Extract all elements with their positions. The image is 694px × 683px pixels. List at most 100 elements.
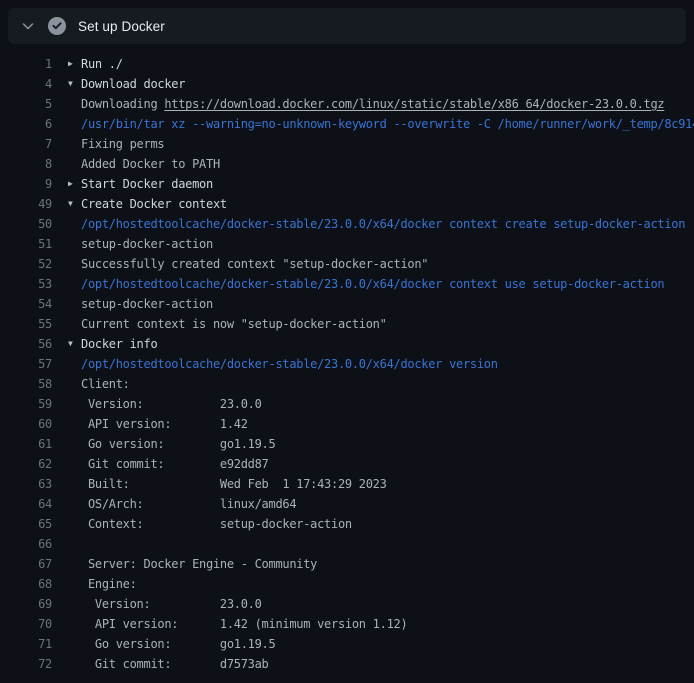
line-number[interactable]: 6 <box>0 114 52 134</box>
line-number[interactable]: 7 <box>0 134 52 154</box>
line-number[interactable]: 63 <box>0 474 52 494</box>
log-text[interactable]: Run ./ <box>81 54 694 74</box>
log-text: OS/Arch: linux/amd64 <box>81 494 694 514</box>
line-number[interactable]: 4 <box>0 74 52 94</box>
expander-triangle-icon <box>68 634 81 654</box>
log-text: Built: Wed Feb 1 17:43:29 2023 <box>81 474 694 494</box>
expander-triangle-icon[interactable]: ▼ <box>68 74 81 94</box>
line-number[interactable]: 56 <box>0 334 52 354</box>
expander-triangle-icon <box>68 114 81 134</box>
expander-triangle-icon <box>68 494 81 514</box>
line-number[interactable]: 66 <box>0 534 52 554</box>
log-line: 49 ▼ Create Docker context <box>0 194 694 214</box>
expander-triangle-icon[interactable]: ▶ <box>68 174 81 194</box>
log-container: 1 ▶ Run ./ 4 ▼ Download docker 5 Downloa… <box>0 44 694 674</box>
line-number[interactable]: 53 <box>0 274 52 294</box>
expander-triangle-icon <box>68 614 81 634</box>
expander-triangle-icon <box>68 314 81 334</box>
log-line: 53 /opt/hostedtoolcache/docker-stable/23… <box>0 274 694 294</box>
line-number[interactable]: 67 <box>0 554 52 574</box>
line-number[interactable]: 72 <box>0 654 52 674</box>
log-line: 59 Version: 23.0.0 <box>0 394 694 414</box>
expander-triangle-icon <box>68 514 81 534</box>
step-header[interactable]: Set up Docker <box>8 8 686 44</box>
expander-triangle-icon <box>68 154 81 174</box>
log-line: 65 Context: setup-docker-action <box>0 514 694 534</box>
log-text: Successfully created context "setup-dock… <box>81 254 694 274</box>
log-text[interactable]: Start Docker daemon <box>81 174 694 194</box>
line-number[interactable]: 58 <box>0 374 52 394</box>
expander-triangle-icon <box>68 554 81 574</box>
log-text: API version: 1.42 (minimum version 1.12) <box>81 614 694 634</box>
log-line: 57 /opt/hostedtoolcache/docker-stable/23… <box>0 354 694 374</box>
line-number[interactable]: 49 <box>0 194 52 214</box>
line-number[interactable]: 57 <box>0 354 52 374</box>
line-number[interactable]: 60 <box>0 414 52 434</box>
log-text: setup-docker-action <box>81 294 694 314</box>
log-line: 72 Git commit: d7573ab <box>0 654 694 674</box>
line-number[interactable]: 64 <box>0 494 52 514</box>
log-text <box>81 534 694 554</box>
log-text[interactable]: Download docker <box>81 74 694 94</box>
expander-triangle-icon <box>68 474 81 494</box>
line-number[interactable]: 69 <box>0 594 52 614</box>
log-text: Version: 23.0.0 <box>81 594 694 614</box>
log-line: 50 /opt/hostedtoolcache/docker-stable/23… <box>0 214 694 234</box>
log-line: 69 Version: 23.0.0 <box>0 594 694 614</box>
line-number[interactable]: 51 <box>0 234 52 254</box>
log-text: setup-docker-action <box>81 234 694 254</box>
expander-triangle-icon <box>68 214 81 234</box>
expander-triangle-icon <box>68 374 81 394</box>
log-text[interactable]: Create Docker context <box>81 194 694 214</box>
log-text: Git commit: d7573ab <box>81 654 694 674</box>
log-text: Version: 23.0.0 <box>81 394 694 414</box>
line-number[interactable]: 54 <box>0 294 52 314</box>
log-text: /usr/bin/tar xz --warning=no-unknown-key… <box>81 114 694 134</box>
log-line: 56 ▼ Docker info <box>0 334 694 354</box>
log-text: Client: <box>81 374 694 394</box>
log-text: API version: 1.42 <box>81 414 694 434</box>
chevron-down-icon[interactable] <box>20 18 36 34</box>
log-text: Engine: <box>81 574 694 594</box>
line-number[interactable]: 52 <box>0 254 52 274</box>
log-text: /opt/hostedtoolcache/docker-stable/23.0.… <box>81 274 694 294</box>
log-text: Git commit: e92dd87 <box>81 454 694 474</box>
expander-triangle-icon <box>68 94 81 114</box>
line-number[interactable]: 50 <box>0 214 52 234</box>
line-number[interactable]: 68 <box>0 574 52 594</box>
log-line: 7 Fixing perms <box>0 134 694 154</box>
log-line: 64 OS/Arch: linux/amd64 <box>0 494 694 514</box>
log-text: Go version: go1.19.5 <box>81 634 694 654</box>
status-check-icon <box>48 17 66 35</box>
expander-triangle-icon[interactable]: ▶ <box>68 54 81 74</box>
log-line: 63 Built: Wed Feb 1 17:43:29 2023 <box>0 474 694 494</box>
expander-triangle-icon <box>68 394 81 414</box>
line-number[interactable]: 65 <box>0 514 52 534</box>
line-number[interactable]: 9 <box>0 174 52 194</box>
expander-triangle-icon <box>68 434 81 454</box>
expander-triangle-icon <box>68 234 81 254</box>
expander-triangle-icon <box>68 254 81 274</box>
log-text: Server: Docker Engine - Community <box>81 554 694 574</box>
line-number[interactable]: 71 <box>0 634 52 654</box>
log-line: 54 setup-docker-action <box>0 294 694 314</box>
log-text[interactable]: Docker info <box>81 334 694 354</box>
line-number[interactable]: 62 <box>0 454 52 474</box>
log-line: 60 API version: 1.42 <box>0 414 694 434</box>
log-line: 1 ▶ Run ./ <box>0 54 694 74</box>
line-number[interactable]: 1 <box>0 54 52 74</box>
line-number[interactable]: 55 <box>0 314 52 334</box>
line-number[interactable]: 5 <box>0 94 52 114</box>
expander-triangle-icon[interactable]: ▼ <box>68 194 81 214</box>
line-number[interactable]: 8 <box>0 154 52 174</box>
step-title[interactable]: Set up Docker <box>78 19 165 34</box>
line-number[interactable]: 61 <box>0 434 52 454</box>
log-text: Fixing perms <box>81 134 694 154</box>
log-text: Downloading https://download.docker.com/… <box>81 94 694 114</box>
expander-triangle-icon[interactable]: ▼ <box>68 334 81 354</box>
line-number[interactable]: 59 <box>0 394 52 414</box>
log-link[interactable]: https://download.docker.com/linux/static… <box>164 97 664 111</box>
line-number[interactable]: 70 <box>0 614 52 634</box>
log-text: /opt/hostedtoolcache/docker-stable/23.0.… <box>81 354 694 374</box>
log-line: 61 Go version: go1.19.5 <box>0 434 694 454</box>
